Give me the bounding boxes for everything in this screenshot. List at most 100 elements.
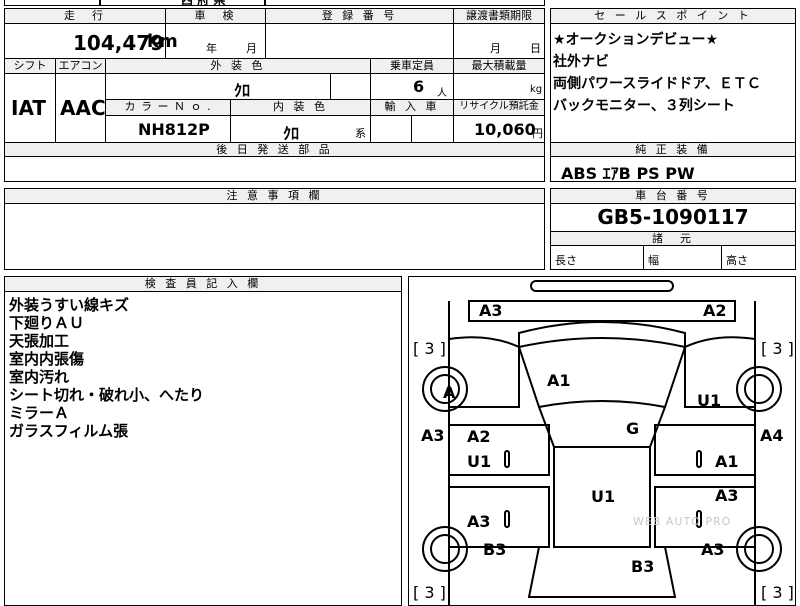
damage-right-fender: A4 bbox=[760, 426, 784, 445]
interior-color-value: ｸﾛ bbox=[283, 124, 300, 143]
damage-left-fender: A3 bbox=[421, 426, 445, 445]
wheel-rl-inner bbox=[430, 534, 460, 564]
mileage-cell: 104,479 km bbox=[5, 24, 178, 58]
shift-value: IAT bbox=[11, 96, 47, 120]
chassis-value: GB5-1090117 bbox=[597, 205, 749, 229]
exterior-color-value: ｸﾛ bbox=[234, 81, 251, 100]
exterior-color-extra-cell bbox=[330, 74, 370, 100]
left-front-door-shape bbox=[448, 424, 550, 476]
mileage-header: 走 行 bbox=[5, 9, 165, 24]
exterior-color-header: 外 装 色 bbox=[105, 58, 370, 74]
door-handle-shape bbox=[504, 510, 510, 528]
damage-door-rr: A3 bbox=[715, 486, 739, 505]
capacity-value: 6 bbox=[413, 77, 425, 96]
top-strip-cell: 西 府 県 bbox=[100, 0, 265, 7]
damage-windshield: G bbox=[626, 419, 640, 438]
shift-header: シフト bbox=[5, 58, 55, 74]
transfer-month-label: 月 bbox=[490, 42, 501, 55]
inspector-line: 下廻りＡＵ bbox=[9, 314, 85, 332]
max-load-unit: kg bbox=[530, 84, 543, 95]
dimensions-header: 諸 元 bbox=[551, 231, 795, 246]
length-label: 長さ bbox=[555, 254, 577, 267]
damage-tire-fr: U1 bbox=[697, 391, 722, 410]
damage-roof: U1 bbox=[591, 487, 616, 506]
notes-box: 注 意 事 項 欄 bbox=[4, 188, 545, 270]
damage-tailgate: B3 bbox=[631, 557, 655, 576]
sales-point-lines: ★オークションデビュー★ 社外ナビ 両側パワースライドドア、ＥＴＣ バックモニタ… bbox=[553, 29, 793, 117]
registration-header: 登 録 番 号 bbox=[265, 9, 453, 24]
sales-point-header: セ ー ル ス ポ イ ン ト bbox=[551, 9, 795, 24]
recycle-header: リサイクル預託金 bbox=[453, 100, 544, 116]
import-header: 輸 入 車 bbox=[370, 100, 453, 116]
body-sides-shape bbox=[448, 301, 756, 605]
inspector-line: ミラーＡ bbox=[9, 404, 70, 422]
width-cell: 幅 bbox=[643, 246, 721, 269]
tire-tread-fr: [ 3 ] bbox=[761, 339, 794, 358]
inspection-cell: 年 月 bbox=[165, 24, 265, 58]
recycle-value: 10,060 bbox=[474, 120, 536, 139]
later-parts-header: 後 日 発 送 部 品 bbox=[5, 142, 544, 157]
import-cell-a bbox=[370, 116, 411, 142]
width-label: 幅 bbox=[648, 254, 659, 267]
height-label: 高さ bbox=[726, 254, 748, 267]
aircon-cell: AAC bbox=[55, 74, 106, 142]
transfer-deadline-cell: 月 日 bbox=[453, 24, 544, 58]
damage-door-fl-2: U1 bbox=[467, 452, 492, 471]
front-bumper-shape bbox=[530, 280, 674, 292]
door-handle-shape bbox=[696, 450, 702, 468]
top-strip-cell bbox=[265, 0, 545, 6]
length-cell: 長さ bbox=[551, 246, 643, 269]
interior-color-cell: ｸﾛ 系 bbox=[230, 116, 370, 143]
color-no-cell: NH812P bbox=[105, 116, 230, 142]
tire-tread-rl: [ 3 ] bbox=[413, 583, 446, 602]
notes-header: 注 意 事 項 欄 bbox=[5, 189, 544, 204]
inspector-line: 天張加工 bbox=[9, 332, 70, 350]
max-load-header: 最大積載量 bbox=[453, 58, 544, 74]
transfer-day-label: 日 bbox=[530, 42, 541, 55]
tire-tread-rr: [ 3 ] bbox=[761, 583, 794, 602]
sales-point-line: 両側パワースライドドア、ＥＴＣ bbox=[553, 76, 761, 92]
inspector-line: シート切れ・破れ小、へたり bbox=[9, 386, 205, 404]
inspector-line: 室内汚れ bbox=[9, 368, 70, 386]
capacity-cell: 6 人 bbox=[370, 74, 453, 100]
wheel-rr-inner bbox=[744, 534, 774, 564]
damage-rear-right: A3 bbox=[701, 540, 725, 559]
recycle-cell: 10,060 円 bbox=[453, 116, 544, 142]
damage-hood: A1 bbox=[547, 371, 571, 390]
right-front-door-shape bbox=[654, 424, 756, 476]
chassis-header: 車 台 番 号 bbox=[551, 189, 795, 204]
later-parts-cell bbox=[5, 157, 544, 181]
wheel-rr-shape bbox=[736, 526, 782, 572]
inspector-line: 室内内張傷 bbox=[9, 350, 85, 368]
registration-cell bbox=[265, 24, 453, 58]
max-load-cell: kg bbox=[453, 74, 544, 100]
equipment-value: ABS ｴｱB PS PW bbox=[561, 164, 695, 183]
damage-door-rl: A3 bbox=[467, 512, 491, 531]
wheel-rl-shape bbox=[422, 526, 468, 572]
capacity-header: 乗車定員 bbox=[370, 58, 453, 74]
sales-point-line: 社外ナビ bbox=[553, 54, 609, 70]
damage-rear-left: B3 bbox=[483, 540, 507, 559]
inspector-header: 検 査 員 記 入 欄 bbox=[5, 277, 401, 292]
tire-tread-fl: [ 3 ] bbox=[413, 339, 446, 358]
recycle-unit: 円 bbox=[532, 127, 543, 140]
height-cell: 高さ bbox=[721, 246, 795, 269]
inspector-lines: 外装うすい線キズ 下廻りＡＵ 天張加工 室内内張傷 室内汚れ シート切れ・破れ小… bbox=[9, 296, 204, 440]
inspection-month-label: 月 bbox=[246, 42, 257, 55]
capacity-unit: 人 bbox=[437, 88, 447, 99]
wheel-fr-inner bbox=[744, 374, 774, 404]
top-fragment-text: 西 府 県 bbox=[181, 0, 226, 7]
sales-point-line: ★オークションデビュー★ bbox=[553, 32, 719, 48]
hood-top-shape bbox=[518, 321, 686, 349]
door-handle-shape bbox=[504, 450, 510, 468]
damage-door-fl-1: A2 bbox=[467, 427, 491, 446]
damage-front-right: A2 bbox=[703, 301, 727, 320]
inspector-box: 検 査 員 記 入 欄 外装うすい線キズ 下廻りＡＵ 天張加工 室内内張傷 室内… bbox=[4, 276, 402, 606]
damage-front-left: A3 bbox=[479, 301, 503, 320]
sales-point-box: セ ー ル ス ポ イ ン ト ★オークションデビュー★ 社外ナビ 両側パワース… bbox=[550, 8, 796, 183]
import-cell-b bbox=[411, 116, 453, 142]
hood-shape bbox=[518, 346, 686, 409]
interior-color-suffix: 系 bbox=[355, 127, 366, 140]
transfer-deadline-header: 譲渡書類期限 bbox=[453, 9, 544, 24]
color-no-value: NH812P bbox=[138, 120, 210, 139]
